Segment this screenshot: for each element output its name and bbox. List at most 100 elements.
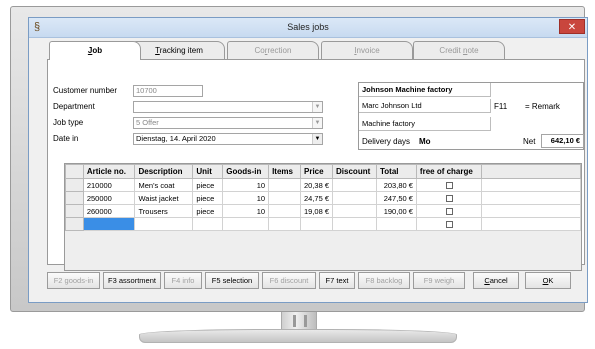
cell-article-no[interactable]: 250000 — [82, 191, 136, 205]
tab-credit-note[interactable]: Credit note — [413, 41, 505, 59]
article-table: Article no. Description Unit Goods-in It… — [65, 164, 581, 231]
cell-unit[interactable]: piece — [192, 191, 224, 205]
remark-label[interactable]: = Remark — [525, 102, 560, 111]
net-label: Net — [523, 137, 536, 146]
cell-items[interactable] — [268, 217, 301, 231]
cell-description[interactable]: Waist jacket — [134, 191, 194, 205]
article-grid[interactable]: Article no. Description Unit Goods-in It… — [64, 163, 582, 271]
sales-jobs-window: § Sales jobs ✕ Job Tracking item Correct… — [28, 17, 588, 303]
f6-discount-button[interactable]: F6 discount — [262, 272, 316, 289]
cell-free-of-charge[interactable] — [415, 204, 483, 218]
cell-price[interactable]: 20,38 € — [299, 178, 334, 192]
date-in-select[interactable]: Dienstag, 14. April 2020 ▼ — [133, 133, 323, 145]
cell-price[interactable]: 24,75 € — [299, 191, 334, 205]
department-label: Department — [53, 102, 95, 111]
cell-free-of-charge[interactable] — [415, 217, 483, 231]
close-button[interactable]: ✕ — [559, 19, 585, 34]
f2-goods-in-button[interactable]: F2 goods-in — [47, 272, 100, 289]
cell-goods-in[interactable]: 10 — [222, 191, 270, 205]
column-header[interactable]: Discount — [332, 164, 377, 179]
chevron-down-icon: ▼ — [312, 118, 322, 128]
column-header[interactable]: Total — [375, 164, 417, 179]
delivery-days-value: Mo — [419, 137, 431, 146]
customer-number-label: Customer number — [53, 86, 118, 95]
cell-total[interactable] — [375, 217, 417, 231]
cell-goods-in[interactable]: 10 — [222, 178, 270, 192]
cell-free-of-charge[interactable] — [415, 191, 483, 205]
cell-description[interactable]: Men's coat — [134, 178, 194, 192]
cell-article-no-selected[interactable] — [82, 217, 136, 231]
row-header[interactable] — [65, 204, 84, 218]
department-select[interactable]: ▼ — [133, 101, 323, 113]
row-header[interactable] — [65, 191, 84, 205]
f8-backlog-button[interactable]: F8 backlog — [358, 272, 410, 289]
tab-tracking-item[interactable]: Tracking item — [133, 41, 225, 59]
row-header-corner — [65, 164, 84, 179]
free-of-charge-checkbox[interactable] — [445, 221, 453, 229]
cell-unit[interactable] — [192, 217, 224, 231]
row-header[interactable] — [65, 217, 84, 231]
cell-unit[interactable]: piece — [192, 178, 224, 192]
filler-cell — [481, 178, 581, 192]
tab-correction[interactable]: Correction — [227, 41, 319, 59]
cell-article-no[interactable]: 210000 — [82, 178, 136, 192]
column-header[interactable]: Price — [299, 164, 334, 179]
monitor-stand-base — [139, 329, 457, 343]
ok-button[interactable]: OK — [525, 272, 571, 289]
delivery-days-label: Delivery days — [362, 137, 411, 146]
row-header[interactable] — [65, 178, 84, 192]
table-row-new[interactable] — [65, 217, 581, 231]
address-line: Machine factory — [359, 117, 491, 131]
f4-info-button[interactable]: F4 info — [164, 272, 202, 289]
title-bar[interactable]: § Sales jobs ✕ — [29, 18, 587, 38]
table-row[interactable]: 250000 Waist jacket piece 10 24,75 € 247… — [65, 191, 581, 205]
cell-goods-in[interactable] — [222, 217, 270, 231]
f9-weigh-button[interactable]: F9 weigh — [413, 272, 465, 289]
cell-discount[interactable] — [332, 204, 377, 218]
column-header[interactable]: Goods-in — [222, 164, 270, 179]
contact-name: Marc Johnson Ltd — [359, 99, 491, 113]
column-header[interactable]: Unit — [192, 164, 224, 179]
cell-items[interactable] — [268, 204, 301, 218]
table-header-row: Article no. Description Unit Goods-in It… — [65, 164, 581, 179]
cell-discount[interactable] — [332, 217, 377, 231]
cell-discount[interactable] — [332, 191, 377, 205]
cell-description[interactable]: Trousers — [134, 204, 194, 218]
tab-job[interactable]: Job — [49, 41, 141, 60]
cell-total[interactable]: 203,80 € — [375, 178, 417, 192]
filler-cell — [481, 217, 581, 231]
cell-items[interactable] — [268, 191, 301, 205]
table-row[interactable]: 210000 Men's coat piece 10 20,38 € 203,8… — [65, 178, 581, 192]
f11-key: F11 — [494, 102, 508, 111]
cell-goods-in[interactable]: 10 — [222, 204, 270, 218]
column-header[interactable]: Items — [268, 164, 301, 179]
customer-number-field[interactable]: 10700 — [133, 85, 203, 97]
cell-items[interactable] — [268, 178, 301, 192]
f5-selection-button[interactable]: F5 selection — [205, 272, 259, 289]
f3-assortment-button[interactable]: F3 assortment — [103, 272, 161, 289]
job-panel: Customer number 10700 Department ▼ Job t… — [47, 59, 585, 271]
date-in-value: Dienstag, 14. April 2020 — [136, 134, 216, 143]
cell-free-of-charge[interactable] — [415, 178, 483, 192]
cell-unit[interactable]: piece — [192, 204, 224, 218]
free-of-charge-checkbox[interactable] — [445, 195, 453, 203]
cell-total[interactable]: 190,00 € — [375, 204, 417, 218]
free-of-charge-checkbox[interactable] — [445, 182, 453, 190]
monitor-frame: § Sales jobs ✕ Job Tracking item Correct… — [10, 6, 588, 312]
cell-description[interactable] — [134, 217, 194, 231]
column-header[interactable]: Description — [134, 164, 194, 179]
cell-discount[interactable] — [332, 178, 377, 192]
free-of-charge-checkbox[interactable] — [445, 208, 453, 216]
chevron-down-icon: ▼ — [312, 134, 322, 144]
column-header[interactable]: Article no. — [82, 164, 136, 179]
cell-article-no[interactable]: 260000 — [82, 204, 136, 218]
cell-price[interactable] — [299, 217, 334, 231]
column-header[interactable]: free of charge — [415, 164, 483, 179]
f7-text-button[interactable]: F7 text — [319, 272, 355, 289]
cancel-button[interactable]: Cancel — [473, 272, 519, 289]
cell-total[interactable]: 247,50 € — [375, 191, 417, 205]
cell-price[interactable]: 19,08 € — [299, 204, 334, 218]
table-row[interactable]: 260000 Trousers piece 10 19,08 € 190,00 … — [65, 204, 581, 218]
tab-invoice[interactable]: Invoice — [321, 41, 413, 59]
job-type-select[interactable]: 5 Offer ▼ — [133, 117, 323, 129]
